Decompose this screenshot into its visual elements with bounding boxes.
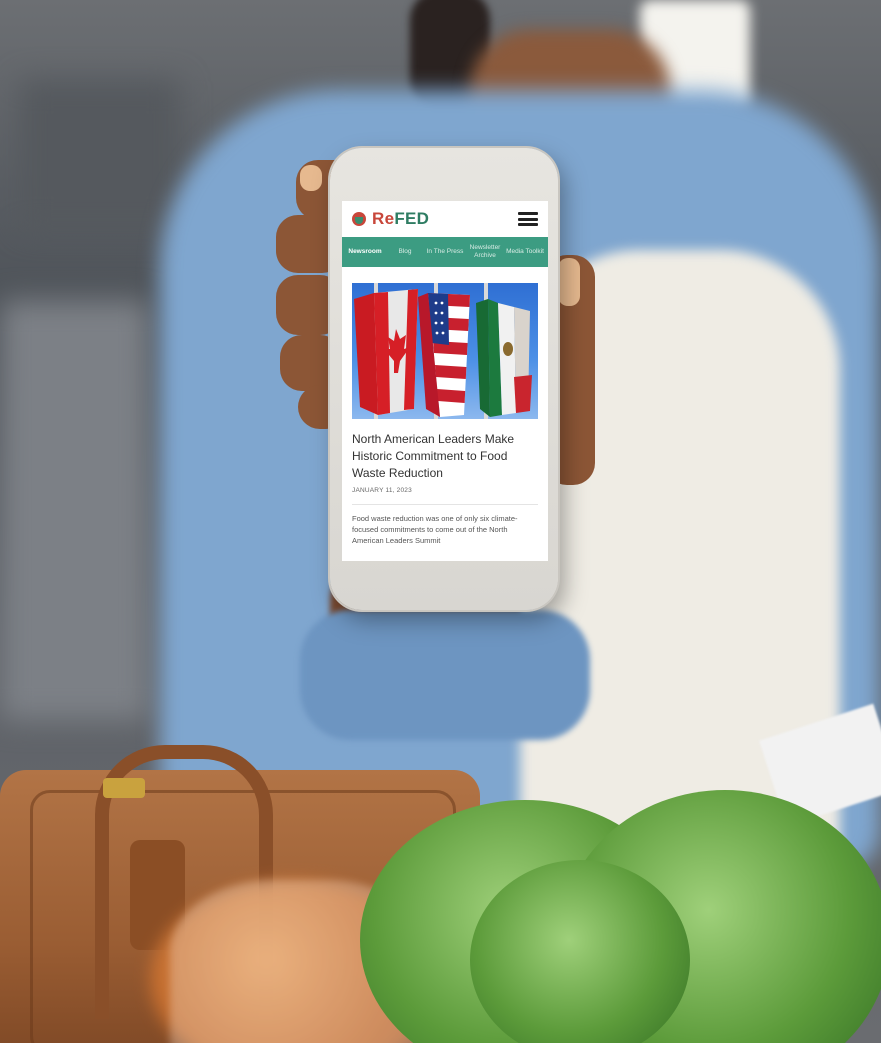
article-excerpt: Food waste reduction was one of only six… — [352, 514, 518, 545]
shirt-cuff — [300, 610, 590, 740]
menu-bar — [518, 217, 538, 221]
hamburger-menu-icon[interactable] — [518, 212, 538, 226]
usa-flag-icon — [418, 293, 470, 417]
article-date: JANUARY 11, 2023 — [352, 487, 412, 494]
logo-text-re: Re — [372, 209, 395, 228]
article-image[interactable] — [352, 283, 538, 419]
refed-logo[interactable]: ReFED — [352, 209, 429, 229]
phone-screen: ReFED Newsroom Blog In The Press Newslet… — [342, 201, 548, 561]
canada-flag-icon — [354, 289, 418, 415]
sub-navigation: Newsroom Blog In The Press Newsletter Ar… — [342, 237, 548, 267]
divider — [352, 504, 538, 505]
nav-item-newsroom[interactable]: Newsroom — [346, 248, 384, 256]
mexico-flag-icon — [476, 299, 532, 417]
nav-item-blog[interactable]: Blog — [386, 248, 424, 256]
store-shelf — [0, 300, 150, 720]
article-title[interactable]: North American Leaders Make Historic Com… — [352, 431, 538, 482]
nav-item-in-the-press[interactable]: In The Press — [426, 248, 464, 256]
fingernail — [300, 165, 322, 191]
nav-item-newsletter-archive[interactable]: Newsletter Archive — [466, 244, 504, 260]
menu-bar — [518, 212, 538, 215]
logo-text-fed: FED — [394, 209, 430, 228]
store-shelf — [20, 80, 180, 230]
refed-logo-icon — [352, 212, 366, 226]
fingernail — [558, 258, 580, 306]
app-header: ReFED — [342, 201, 548, 237]
handbag-buckle — [103, 778, 145, 798]
menu-bar — [518, 223, 538, 226]
refed-logo-text: ReFED — [372, 209, 429, 229]
nav-item-media-toolkit[interactable]: Media Toolkit — [506, 248, 544, 256]
